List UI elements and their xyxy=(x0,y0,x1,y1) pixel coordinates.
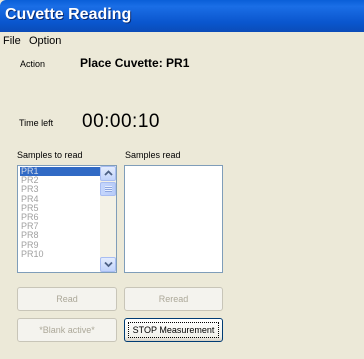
reread-button[interactable]: Reread xyxy=(124,287,223,311)
window-title: Cuvette Reading xyxy=(5,6,132,23)
chevron-down-icon xyxy=(104,261,113,268)
samples-to-read-items: PR1 PR2 PR3 PR4 PR5 PR6 PR7 PR8 PR9 PR10 xyxy=(20,166,102,259)
menu-file[interactable]: File xyxy=(3,35,21,47)
blank-active-button-label: *Blank active* xyxy=(39,325,95,335)
read-button-label: Read xyxy=(56,294,78,304)
scroll-up-button[interactable] xyxy=(100,166,116,181)
scroll-down-button[interactable] xyxy=(100,257,116,272)
samples-list-scrollbar[interactable] xyxy=(100,166,116,272)
samples-read-list[interactable] xyxy=(124,165,223,273)
samples-to-read-label: Samples to read xyxy=(17,150,83,160)
action-label: Action xyxy=(20,59,46,69)
menu-bar: File Option xyxy=(0,34,364,50)
title-bar[interactable]: Cuvette Reading xyxy=(0,0,364,32)
samples-read-label: Samples read xyxy=(125,150,181,160)
cuvette-reading-window: Cuvette Reading File Option Action Place… xyxy=(0,0,364,359)
chevron-up-icon xyxy=(104,170,113,176)
scroll-thumb[interactable] xyxy=(100,182,116,196)
read-button[interactable]: Read xyxy=(17,287,117,311)
stop-measurement-button[interactable]: STOP Measurement xyxy=(124,318,223,342)
action-value: Place Cuvette: PR1 xyxy=(80,56,190,70)
reread-button-label: Reread xyxy=(158,294,189,304)
stop-measurement-button-label: STOP Measurement xyxy=(132,325,215,335)
list-item[interactable]: PR10 xyxy=(20,249,102,259)
menu-option[interactable]: Option xyxy=(29,35,61,47)
samples-to-read-list[interactable]: PR1 PR2 PR3 PR4 PR5 PR6 PR7 PR8 PR9 PR10 xyxy=(17,165,117,273)
blank-active-button[interactable]: *Blank active* xyxy=(17,318,117,342)
time-left-value: 00:00:10 xyxy=(82,111,160,132)
time-left-label: Time left xyxy=(19,118,54,128)
grip-icon xyxy=(105,186,112,192)
